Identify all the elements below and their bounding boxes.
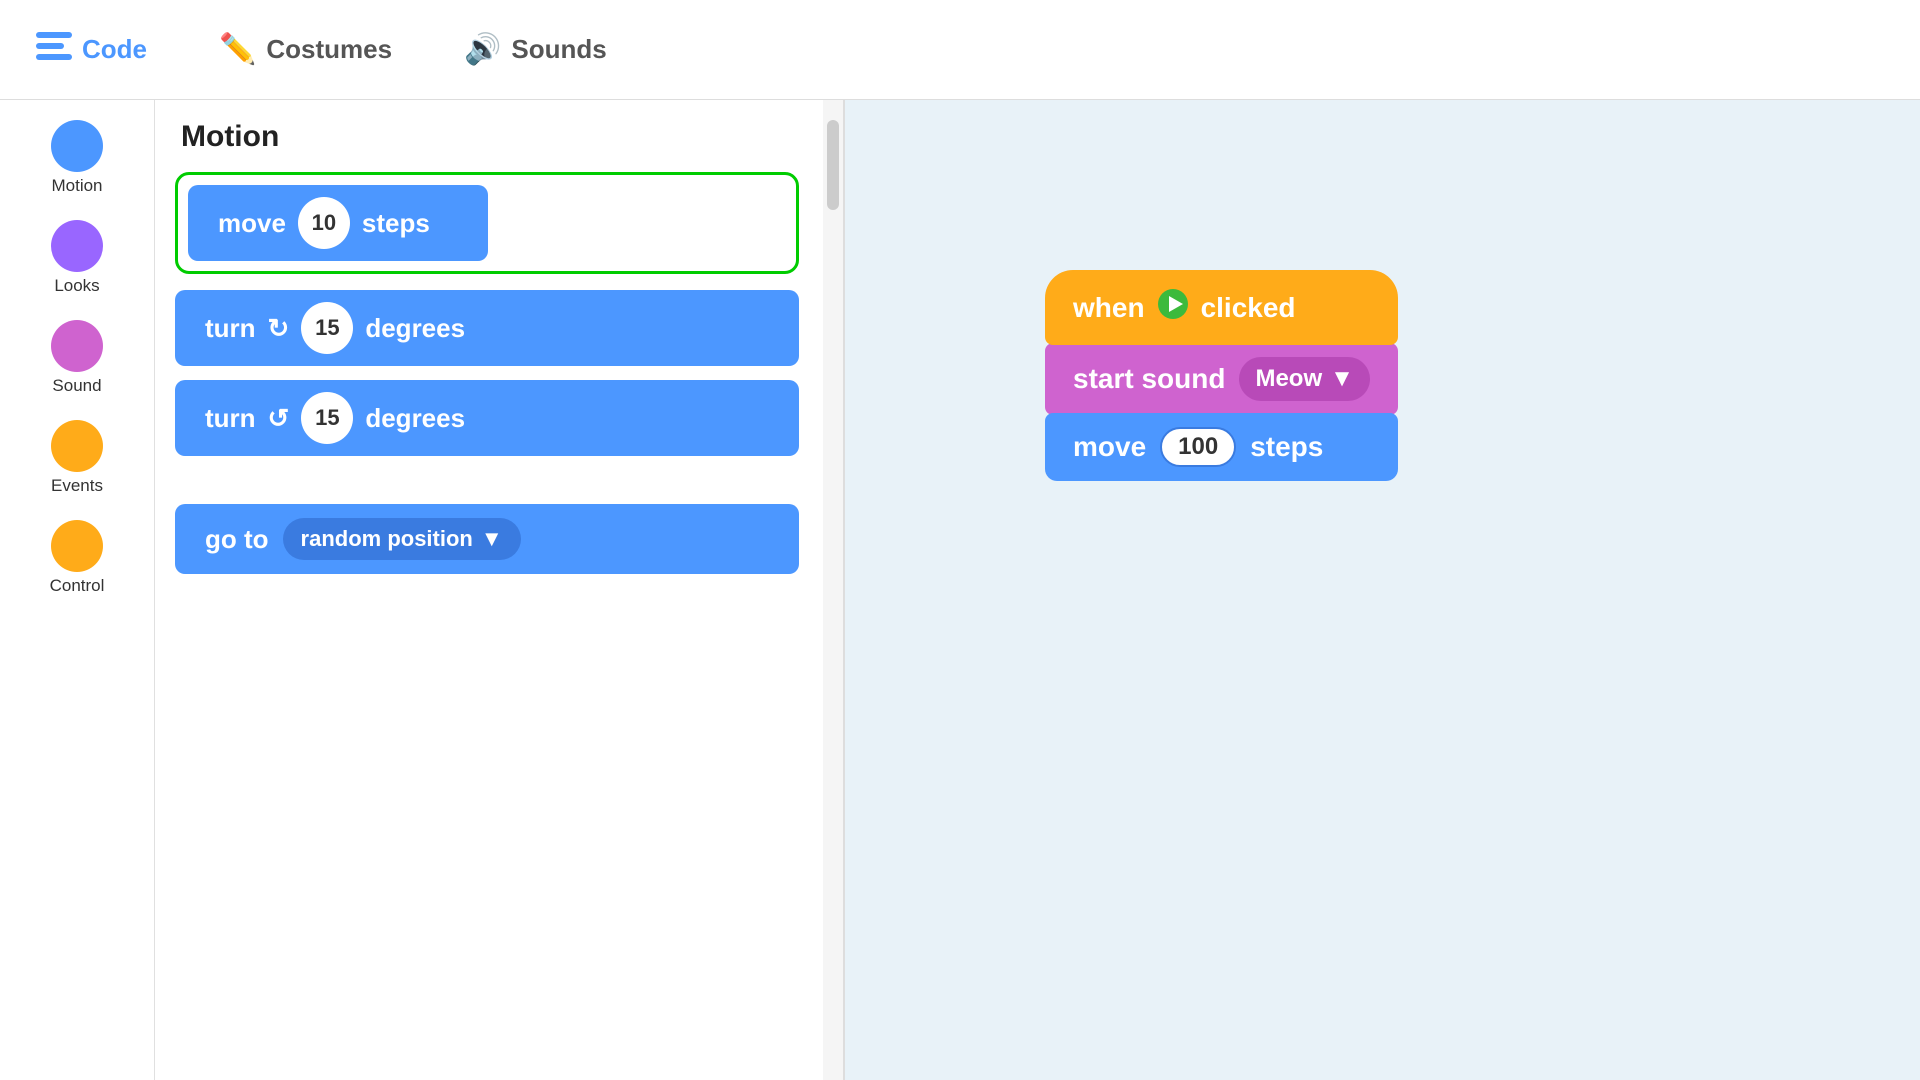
sidebar-item-looks[interactable]: Looks: [0, 210, 154, 306]
sidebar-item-sound[interactable]: Sound: [0, 310, 154, 406]
sidebar-looks-label: Looks: [54, 276, 99, 296]
tab-costumes-label: Costumes: [266, 34, 392, 65]
move-value[interactable]: 10: [298, 197, 350, 249]
motion-circle-icon: [51, 120, 103, 172]
looks-circle-icon: [51, 220, 103, 272]
sidebar: Motion Looks Sound Events Control: [0, 100, 155, 1080]
turn-left-degrees: degrees: [365, 403, 465, 434]
control-circle-icon: [51, 520, 103, 572]
turn-left-icon: ↺: [268, 403, 290, 434]
sidebar-item-control[interactable]: Control: [0, 510, 154, 606]
sound-circle-icon: [51, 320, 103, 372]
canvas-move-value[interactable]: 100: [1160, 427, 1236, 467]
sidebar-events-label: Events: [51, 476, 103, 496]
turn-right-block[interactable]: turn ↻ 15 degrees: [175, 290, 799, 366]
canvas-area: when clicked start sound Meow ▼: [845, 100, 1920, 1080]
spacer: [175, 470, 799, 490]
start-sound-text: start sound: [1073, 363, 1225, 395]
turn-right-degrees: degrees: [365, 313, 465, 344]
block-panel: Motion move 10 steps turn ↻ 15 degrees: [155, 100, 845, 1080]
goto-dropdown[interactable]: random position ▼: [283, 518, 521, 560]
turn-left-value[interactable]: 15: [301, 392, 353, 444]
top-bar: Code ✏️ Costumes 🔊 Sounds: [0, 0, 1920, 100]
goto-text: go to: [205, 524, 269, 555]
sounds-icon: 🔊: [464, 32, 501, 67]
clicked-text: clicked: [1201, 292, 1296, 324]
canvas-move-steps-text: steps: [1250, 431, 1323, 463]
events-circle-icon: [51, 420, 103, 472]
tab-sounds[interactable]: 🔊 Sounds: [428, 0, 643, 99]
green-flag-icon: [1157, 288, 1189, 327]
move-text: move: [218, 208, 286, 239]
canvas-move-block[interactable]: move 100 steps: [1045, 413, 1398, 481]
sound-dropdown-label: Meow: [1255, 365, 1322, 393]
block-panel-title: Motion: [175, 120, 823, 154]
when-text: when: [1073, 292, 1145, 324]
steps-text: steps: [362, 208, 430, 239]
block-list: move 10 steps turn ↻ 15 degrees turn ↺ 1…: [175, 172, 823, 574]
turn-left-text: turn: [205, 403, 256, 434]
turn-right-value[interactable]: 15: [301, 302, 353, 354]
turn-right-icon: ↻: [268, 313, 290, 344]
script-stack: when clicked start sound Meow ▼: [1045, 270, 1398, 481]
sidebar-item-events[interactable]: Events: [0, 410, 154, 506]
canvas-move-text: move: [1073, 431, 1146, 463]
scrollbar[interactable]: [823, 100, 843, 1080]
goto-dropdown-arrow: ▼: [481, 526, 503, 552]
main-area: Motion Looks Sound Events Control Motion: [0, 100, 1920, 1080]
tab-code[interactable]: Code: [0, 0, 183, 99]
sidebar-control-label: Control: [50, 576, 105, 596]
costumes-icon: ✏️: [219, 32, 256, 67]
goto-block[interactable]: go to random position ▼: [175, 504, 799, 574]
turn-left-block[interactable]: turn ↺ 15 degrees: [175, 380, 799, 456]
tab-sounds-label: Sounds: [511, 34, 606, 65]
tab-code-label: Code: [82, 34, 147, 65]
turn-right-text: turn: [205, 313, 256, 344]
code-icon: [36, 32, 72, 68]
move-steps-block[interactable]: move 10 steps: [188, 185, 488, 261]
start-sound-block[interactable]: start sound Meow ▼: [1045, 343, 1398, 415]
sound-dropdown[interactable]: Meow ▼: [1239, 357, 1369, 401]
sidebar-item-motion[interactable]: Motion: [0, 110, 154, 206]
move-steps-highlight: move 10 steps: [175, 172, 799, 274]
goto-dropdown-label: random position: [301, 526, 473, 552]
sidebar-sound-label: Sound: [52, 376, 101, 396]
sidebar-motion-label: Motion: [51, 176, 102, 196]
tab-costumes[interactable]: ✏️ Costumes: [183, 0, 428, 99]
when-flag-block[interactable]: when clicked: [1045, 270, 1398, 345]
scrollbar-thumb[interactable]: [827, 120, 839, 210]
sound-dropdown-arrow: ▼: [1330, 365, 1354, 393]
